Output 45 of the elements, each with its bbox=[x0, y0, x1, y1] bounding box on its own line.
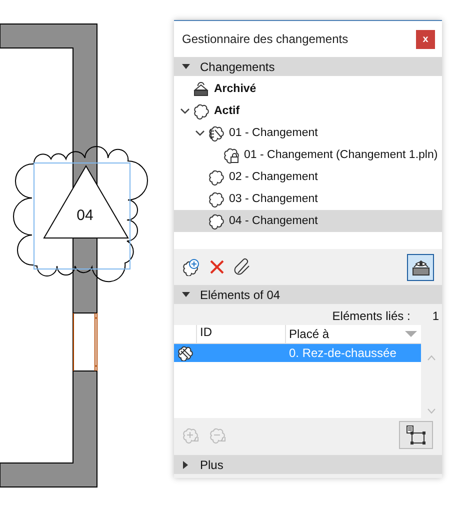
tree-item[interactable]: 01 - Changement bbox=[174, 122, 442, 144]
collapse-triangle-icon[interactable] bbox=[181, 290, 191, 300]
linked-label: Eléments liés : bbox=[332, 309, 410, 322]
close-button[interactable]: x bbox=[416, 30, 435, 48]
cloud-element-icon bbox=[177, 345, 193, 361]
linked-count: 1 bbox=[432, 309, 439, 322]
tree-item[interactable]: Archivé bbox=[174, 78, 442, 100]
cloud-icon bbox=[193, 102, 209, 120]
tree-label: 04 - Changement bbox=[229, 215, 318, 227]
tree-label: 02 - Changement bbox=[229, 171, 318, 183]
collapse-chevron-icon[interactable] bbox=[195, 128, 205, 138]
collapse-triangle-icon[interactable] bbox=[181, 62, 191, 72]
column-header[interactable]: ID bbox=[196, 325, 285, 343]
tree-label: 01 - Changement bbox=[229, 127, 318, 139]
tree-label: 03 - Changement bbox=[229, 193, 318, 205]
show-toggle-button[interactable] bbox=[407, 254, 434, 280]
section-header[interactable]: Changements bbox=[174, 57, 442, 76]
cloud-list-icon bbox=[208, 124, 224, 142]
cloud-lock-icon bbox=[223, 146, 239, 164]
tree-item[interactable]: 01 - Changement (Changement 1.pln) bbox=[174, 144, 442, 166]
section-title: Eléments of 04 bbox=[200, 288, 280, 302]
table-cell-text: 0. Rez-de-chaussée bbox=[288, 346, 398, 360]
new-cloud-icon[interactable] bbox=[182, 258, 200, 276]
section-title: Changements bbox=[200, 60, 275, 74]
tree-item[interactable]: 03 - Changement bbox=[174, 188, 442, 210]
archive-box-icon bbox=[193, 80, 209, 98]
delete-icon[interactable] bbox=[208, 258, 226, 276]
marker-label: 04 bbox=[76, 207, 94, 224]
select-elements-button[interactable] bbox=[399, 421, 433, 449]
tree-item[interactable]: Actif bbox=[174, 100, 442, 122]
tree-item[interactable]: 04 - Changement bbox=[174, 210, 442, 232]
section-header[interactable]: Plus bbox=[174, 455, 442, 474]
collapse-chevron-icon[interactable] bbox=[180, 106, 190, 116]
section-title: Plus bbox=[200, 458, 224, 472]
cloud-icon bbox=[208, 190, 224, 208]
tree-item[interactable]: 02 - Changement bbox=[174, 166, 442, 188]
tree-label: 01 - Changement (Changement 1.pln) bbox=[244, 149, 438, 161]
section-header[interactable]: Eléments of 04 bbox=[174, 285, 442, 304]
cloud-icon bbox=[208, 212, 224, 230]
selection-frame-icon bbox=[405, 424, 427, 446]
tree-label: Actif bbox=[214, 105, 240, 117]
window-title: Gestionnaire des changements bbox=[182, 32, 350, 46]
paperclip-icon[interactable] bbox=[234, 258, 252, 276]
cloud-icon bbox=[208, 168, 224, 186]
tree-label: Archivé bbox=[214, 83, 256, 95]
